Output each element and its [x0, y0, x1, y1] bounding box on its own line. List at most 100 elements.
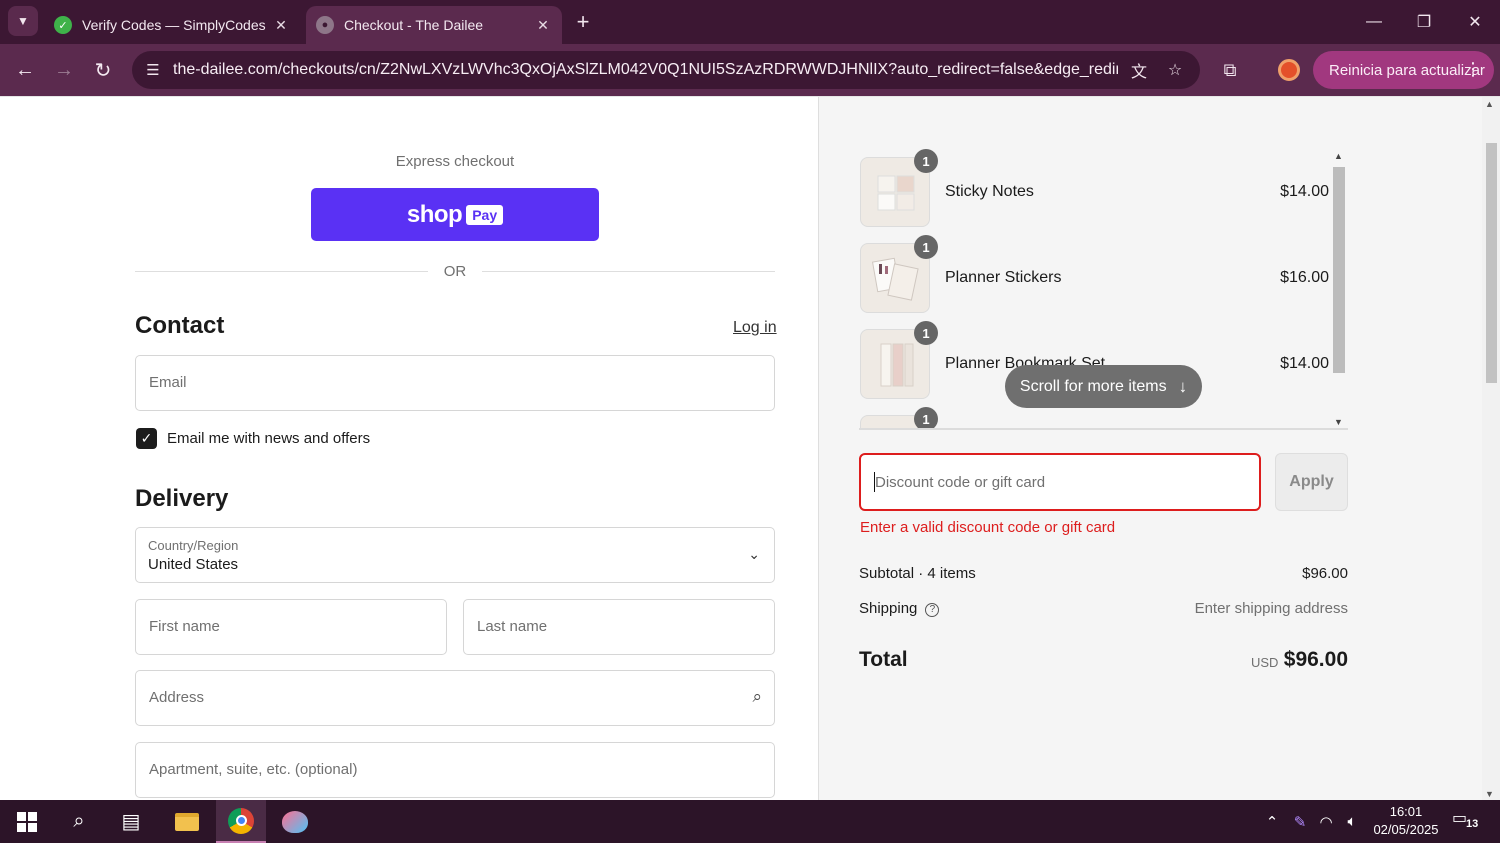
- arrow-down-icon: ↓: [1178, 376, 1188, 396]
- wifi-icon[interactable]: ◠: [1314, 800, 1338, 843]
- cart-list-divider: [859, 428, 1348, 430]
- login-link[interactable]: Log in: [733, 319, 777, 337]
- cart-scroll-thumb[interactable]: [1333, 167, 1345, 373]
- news-offers-checkbox[interactable]: ✓: [136, 428, 157, 449]
- browser-tab-bar: ▼ ✓ Verify Codes — SimplyCodes ✕ ● Check…: [0, 0, 1500, 44]
- update-button-label: Reinicia para actualizar: [1329, 61, 1485, 79]
- or-divider-text: OR: [443, 263, 467, 280]
- scroll-up-icon[interactable]: ▲: [1485, 99, 1494, 109]
- clock[interactable]: 16:01 02/05/2025: [1366, 803, 1446, 839]
- item-price: $14.00: [1280, 355, 1329, 372]
- item-price: $14.00: [1280, 183, 1329, 200]
- search-icon: ⌕: [752, 687, 762, 706]
- translate-icon[interactable]: 文: [1126, 57, 1152, 83]
- page-scrollbar[interactable]: ▲ ▼: [1482, 97, 1500, 801]
- reload-icon[interactable]: ↻: [89, 56, 117, 84]
- update-button[interactable]: Reinicia para actualizar ⋮: [1313, 51, 1494, 89]
- menu-dots-icon[interactable]: ⋮: [1464, 59, 1482, 80]
- help-icon[interactable]: ?: [925, 602, 940, 617]
- discount-error-message: Enter a valid discount code or gift card: [860, 519, 1116, 536]
- cart-items-scrollbar[interactable]: ▲ ▼: [1331, 151, 1347, 427]
- last-name-field[interactable]: Last name: [463, 599, 775, 655]
- close-tab-icon[interactable]: ✕: [530, 17, 556, 34]
- tab-simplycodes[interactable]: ✓ Verify Codes — SimplyCodes ✕: [44, 6, 300, 44]
- close-tab-icon[interactable]: ✕: [268, 17, 294, 34]
- first-name-field[interactable]: First name: [135, 599, 447, 655]
- total-value: $96.00: [1283, 648, 1348, 671]
- cart-item: 1 Sticky Notes $14.00: [859, 149, 1329, 227]
- file-explorer-icon[interactable]: [162, 800, 212, 843]
- start-button[interactable]: [2, 800, 52, 843]
- simplycodes-icon: ✓: [54, 16, 72, 34]
- quantity-badge: 1: [914, 235, 938, 259]
- shop-pay-badge: Pay: [466, 204, 504, 225]
- shipping-value: Enter shipping address: [1194, 600, 1348, 617]
- back-icon[interactable]: ←: [11, 56, 39, 84]
- chevron-down-icon: ⌄: [748, 546, 760, 562]
- pen-icon[interactable]: ✎: [1288, 800, 1312, 843]
- news-offers-label[interactable]: Email me with news and offers: [167, 430, 370, 447]
- total-label: Total: [859, 648, 908, 671]
- close-window-icon[interactable]: ✕: [1455, 8, 1495, 36]
- divider-left: [135, 271, 428, 272]
- extensions-icon[interactable]: ⧉: [1216, 56, 1244, 84]
- message-icon: ▭: [1452, 810, 1468, 827]
- tab-title: Verify Codes — SimplyCodes: [82, 17, 266, 33]
- page-scroll-thumb[interactable]: [1486, 143, 1497, 383]
- browser-toolbar: ← → ↻ ☰ the-dailee.com/checkouts/cn/Z2Nw…: [0, 44, 1500, 96]
- country-value: United States: [148, 556, 239, 573]
- address-field[interactable]: Address ⌕: [135, 670, 775, 726]
- minimize-icon[interactable]: —: [1354, 8, 1394, 36]
- tab-title: Checkout - The Dailee: [344, 17, 484, 33]
- address-placeholder: Address: [149, 689, 205, 706]
- chevron-up-icon[interactable]: ⌃: [1260, 800, 1284, 843]
- quantity-badge: 1: [914, 407, 938, 429]
- volume-icon[interactable]: 🔈︎: [1340, 800, 1364, 843]
- task-view-icon[interactable]: ▤: [106, 800, 156, 843]
- profile-avatar[interactable]: [1278, 59, 1300, 81]
- country-select[interactable]: Country/Region United States ⌄: [135, 527, 775, 583]
- scroll-hint-label: Scroll for more items: [1019, 377, 1167, 395]
- paint-icon[interactable]: [270, 800, 320, 843]
- shop-pay-button[interactable]: shop Pay: [311, 188, 599, 241]
- bookmark-star-icon[interactable]: ☆: [1162, 57, 1188, 83]
- search-icon[interactable]: ⌕: [54, 800, 104, 843]
- site-settings-icon[interactable]: ☰: [140, 57, 166, 83]
- apply-discount-button[interactable]: Apply: [1275, 453, 1348, 511]
- new-tab-icon[interactable]: +: [570, 9, 596, 35]
- last-name-placeholder: Last name: [477, 618, 548, 635]
- address-bar[interactable]: ☰ the-dailee.com/checkouts/cn/Z2NwLXVzLW…: [132, 51, 1200, 89]
- windows-taskbar: ⌕ ▤ ⌃ ✎ ◠ 🔈︎ 16:01 02/05/2025 ▭ 13: [0, 800, 1500, 843]
- subtotal-value: $96.00: [1302, 565, 1348, 582]
- apartment-field[interactable]: Apartment, suite, etc. (optional): [135, 742, 775, 798]
- item-name: Planner Stickers: [945, 269, 1062, 286]
- restore-icon[interactable]: ❐: [1404, 8, 1444, 36]
- windows-logo-icon: [17, 811, 37, 832]
- subtotal-label: Subtotal · 4 items: [859, 565, 976, 582]
- discount-placeholder: Discount code or gift card: [875, 474, 1046, 491]
- scroll-down-icon[interactable]: ▼: [1485, 789, 1494, 799]
- forward-icon[interactable]: →: [50, 56, 78, 84]
- clock-time: 16:01: [1389, 804, 1423, 819]
- shipping-label: Shipping: [859, 600, 918, 617]
- apartment-placeholder: Apartment, suite, etc. (optional): [149, 761, 358, 778]
- shop-pay-logo-text: shop: [406, 200, 463, 228]
- divider-right: [482, 271, 775, 272]
- quantity-badge: 1: [914, 321, 938, 345]
- notification-center-icon[interactable]: ▭ 13: [1452, 808, 1488, 836]
- tab-search-icon[interactable]: ▼: [8, 6, 38, 36]
- scroll-up-icon[interactable]: ▲: [1334, 151, 1343, 161]
- url-text[interactable]: the-dailee.com/checkouts/cn/Z2NwLXVzLWVh…: [173, 61, 1118, 79]
- scroll-down-icon[interactable]: ▼: [1334, 417, 1343, 427]
- total-currency: USD: [1251, 655, 1279, 670]
- notification-count: 13: [1466, 818, 1479, 830]
- cart-item: 1: [859, 407, 1329, 429]
- chrome-icon[interactable]: [216, 800, 266, 843]
- delivery-heading: Delivery: [135, 485, 229, 512]
- discount-code-input[interactable]: Discount code or gift card: [859, 453, 1261, 511]
- first-name-placeholder: First name: [149, 618, 220, 635]
- scroll-for-more-button[interactable]: Scroll for more items ↓: [1005, 365, 1202, 408]
- email-field[interactable]: Email: [135, 355, 775, 411]
- shipping-row-label: Shipping?: [859, 600, 940, 617]
- tab-checkout[interactable]: ● Checkout - The Dailee ✕: [306, 6, 562, 44]
